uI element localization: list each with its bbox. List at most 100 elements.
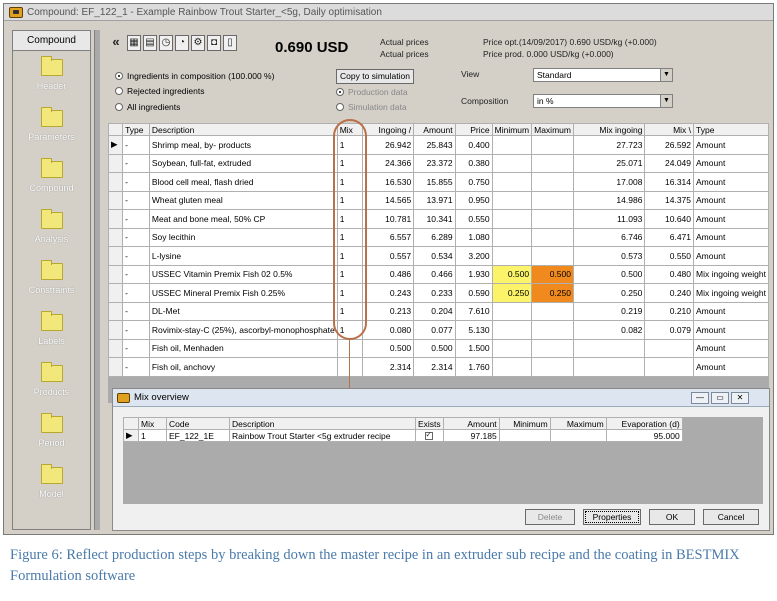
radio-ingredients-in-composition[interactable]: Ingredients in composition (100.000 %) — [115, 71, 274, 81]
grid-icon[interactable]: ▦ — [127, 35, 141, 51]
cell-mix-type[interactable]: Mix ingoing weight — [693, 264, 769, 284]
table-row[interactable]: - Soybean, full-fat, extruded 1 24.366 23.37… — [108, 153, 769, 173]
cell-type[interactable]: - — [122, 264, 150, 284]
cell-mix-amount[interactable]: 16.314 — [644, 172, 695, 192]
cell-mix-ingoing[interactable] — [572, 338, 646, 358]
collapse-button[interactable]: « — [109, 35, 123, 51]
cell-mix-amount[interactable]: 0.240 — [644, 283, 695, 303]
cell-amount[interactable]: 23.372 — [413, 153, 456, 173]
document-icon[interactable]: ▯ — [223, 35, 237, 51]
cell-mix-ingoing[interactable]: 0.250 — [572, 283, 646, 303]
cell-mix-amount[interactable]: 26.592 — [644, 135, 695, 155]
sidebar-item-labels[interactable]: Labels — [13, 306, 90, 357]
cell-mix-amount[interactable]: 0.550 — [644, 246, 695, 266]
table-row[interactable]: - Rovimix-stay-C (25%), ascorbyl-monophos… — [108, 320, 769, 340]
cell-price[interactable]: 5.130 — [454, 320, 493, 340]
sidebar-item-header[interactable]: Header — [13, 51, 90, 102]
table-row[interactable]: - Fish oil, anchovy 2.314 2.314 1.760 Amount — [108, 357, 769, 377]
cell-ingoing[interactable]: 26.942 — [362, 135, 415, 155]
sidebar-item-products[interactable]: Products — [13, 357, 90, 408]
cell-maximum[interactable] — [531, 338, 574, 358]
cell-maximum[interactable] — [531, 135, 574, 155]
mix-cell-exists[interactable] — [415, 429, 444, 442]
cell-minimum[interactable] — [491, 338, 533, 358]
table-row[interactable]: - USSEC Mineral Premix Fish 0.25% 1 0.243 0.… — [108, 283, 769, 303]
cell-minimum[interactable] — [491, 320, 533, 340]
col-header-description[interactable]: Description — [148, 123, 338, 136]
cell-minimum[interactable] — [491, 227, 533, 247]
cell-amount[interactable]: 10.341 — [413, 209, 456, 229]
sidebar-item-analysis[interactable]: Analysis — [13, 204, 90, 255]
cell-mix-ingoing[interactable]: 27.723 — [572, 135, 646, 155]
cell-ingoing[interactable]: 24.366 — [362, 153, 415, 173]
cell-description[interactable]: L-lysine — [148, 246, 338, 266]
cell-maximum[interactable] — [531, 172, 574, 192]
cell-amount[interactable]: 2.314 — [413, 357, 456, 377]
cell-ingoing[interactable]: 14.565 — [362, 190, 415, 210]
cell-mix-type[interactable]: Amount — [693, 172, 769, 192]
report-icon[interactable]: ▤ — [143, 35, 157, 51]
mix-col-header-evaporation[interactable]: Evaporation (d) — [605, 417, 683, 430]
cell-ingoing[interactable]: 16.530 — [362, 172, 415, 192]
mix-cell-code[interactable]: EF_122_1E — [166, 429, 230, 442]
properties-button[interactable]: Properties — [583, 509, 641, 525]
cell-amount[interactable]: 0.077 — [413, 320, 456, 340]
sidebar-splitter[interactable] — [94, 30, 100, 530]
mix-col-header-amount[interactable]: Amount — [442, 417, 500, 430]
cell-amount[interactable]: 15.855 — [413, 172, 456, 192]
cell-type[interactable]: - — [122, 301, 150, 321]
mix-cell-minimum[interactable] — [498, 429, 551, 442]
cell-mix-type[interactable]: Amount — [693, 227, 769, 247]
cell-amount[interactable]: 0.500 — [413, 338, 456, 358]
cell-maximum[interactable] — [531, 246, 574, 266]
cell-price[interactable]: 0.750 — [454, 172, 493, 192]
table-row[interactable]: - DL-Met 1 0.213 0.204 7.610 0.219 0.210 Amount — [108, 301, 769, 321]
cell-ingoing[interactable]: 2.314 — [362, 357, 415, 377]
table-row[interactable]: - Fish oil, Menhaden 0.500 0.500 1.500 Amount — [108, 338, 769, 358]
cell-minimum[interactable]: 0.250 — [491, 283, 533, 303]
cell-type[interactable]: - — [122, 153, 150, 173]
cell-mix-ingoing[interactable]: 0.500 — [572, 264, 646, 284]
cancel-button[interactable]: Cancel — [703, 509, 759, 525]
cell-mix-type[interactable]: Amount — [693, 153, 769, 173]
cell-mix-amount[interactable]: 0.480 — [644, 264, 695, 284]
cell-mix-amount[interactable]: 6.471 — [644, 227, 695, 247]
cell-amount[interactable]: 25.843 — [413, 135, 456, 155]
table-row[interactable]: - Meat and bone meal, 50% CP 1 10.781 10.341… — [108, 209, 769, 229]
sidebar-item-constraints[interactable]: Constraints — [13, 255, 90, 306]
radio-simulation-data[interactable]: Simulation data — [336, 102, 407, 112]
cell-price[interactable]: 0.380 — [454, 153, 493, 173]
cell-mix-amount[interactable]: 10.640 — [644, 209, 695, 229]
cell-type[interactable]: - — [122, 320, 150, 340]
cell-minimum[interactable] — [491, 190, 533, 210]
cell-ingoing[interactable]: 0.243 — [362, 283, 415, 303]
cell-maximum[interactable]: 0.250 — [531, 283, 574, 303]
cell-minimum[interactable] — [491, 209, 533, 229]
cell-description[interactable]: Fish oil, Menhaden — [148, 338, 338, 358]
mix-cell-amount[interactable]: 97.185 — [442, 429, 500, 442]
cell-mix-amount[interactable]: 0.210 — [644, 301, 695, 321]
cell-description[interactable]: DL-Met — [148, 301, 338, 321]
cell-maximum[interactable]: 0.500 — [531, 264, 574, 284]
col-header-amount[interactable]: Amount — [413, 123, 456, 136]
sidebar-item-period[interactable]: Period — [13, 408, 90, 459]
col-header-mix-type[interactable]: Type — [693, 123, 769, 136]
mix-col-header-code[interactable]: Code — [166, 417, 230, 430]
cell-price[interactable]: 0.550 — [454, 209, 493, 229]
cell-type[interactable]: - — [122, 338, 150, 358]
mix-col-header-maximum[interactable]: Maximum — [549, 417, 607, 430]
cell-ingoing[interactable]: 0.213 — [362, 301, 415, 321]
cell-description[interactable]: USSEC Mineral Premix Fish 0.25% — [148, 283, 338, 303]
cell-ingoing[interactable]: 0.486 — [362, 264, 415, 284]
table-row[interactable]: - Soy lecithin 1 6.557 6.289 1.080 6.746 6.471 A… — [108, 227, 769, 247]
cell-type[interactable]: - — [122, 283, 150, 303]
cell-minimum[interactable] — [491, 172, 533, 192]
cell-amount[interactable]: 13.971 — [413, 190, 456, 210]
cell-minimum[interactable] — [491, 357, 533, 377]
table-row[interactable]: - Blood cell meal, flash dried 1 16.530 15.8… — [108, 172, 769, 192]
sidebar-item-parameters[interactable]: Parameters — [13, 102, 90, 153]
mix-col-header-minimum[interactable]: Minimum — [498, 417, 551, 430]
cell-mix-type[interactable]: Mix ingoing weight — [693, 283, 769, 303]
cell-type[interactable]: - — [122, 227, 150, 247]
mix-cell-maximum[interactable] — [549, 429, 607, 442]
